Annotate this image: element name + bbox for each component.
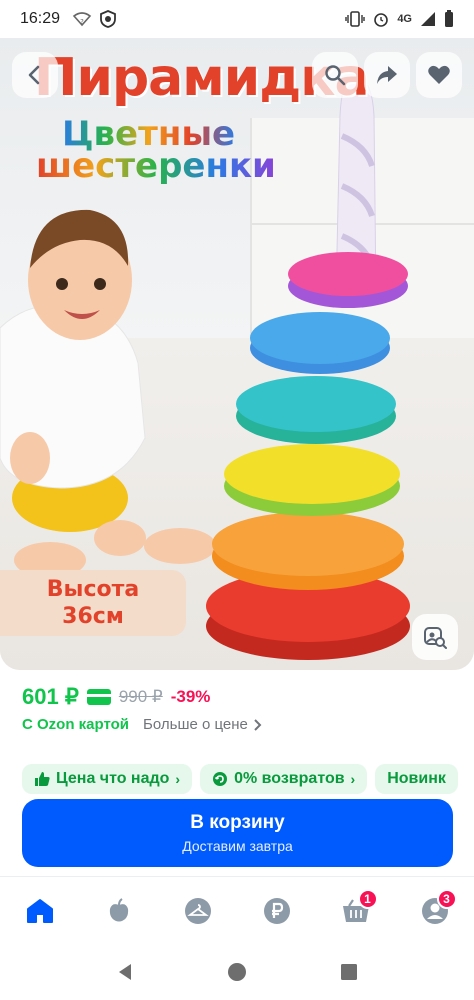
share-icon (377, 66, 397, 84)
favorite-button[interactable] (416, 52, 462, 98)
hero-subtitle-line2: шестеренки (36, 146, 276, 186)
baby-illustration (0, 209, 216, 578)
search-button[interactable] (312, 52, 358, 98)
chevron-right-icon: › (350, 771, 356, 787)
chip-label: 0% возвратов (234, 770, 345, 787)
vibrate-icon (345, 11, 366, 27)
nav-finance[interactable] (257, 891, 297, 931)
battery-icon (445, 10, 453, 27)
height-value: 36см (62, 604, 124, 629)
home-icon (26, 898, 53, 923)
nav-clothes[interactable] (178, 891, 218, 931)
back-arrow-icon (28, 65, 40, 85)
return-icon (213, 772, 228, 786)
chip-zero-returns[interactable]: 0% возвратов › (200, 764, 368, 794)
add-to-cart-button[interactable]: В корзину Доставим завтра (22, 799, 453, 867)
ozon-card-icon (86, 689, 111, 705)
heart-icon (428, 65, 450, 84)
ruble-icon (263, 897, 290, 924)
more-about-price-link[interactable]: Больше о цене (143, 716, 262, 733)
chip-price-fair[interactable]: Цена что надо › (22, 764, 193, 794)
price-discount: -39% (170, 687, 211, 706)
chevron-right-icon (254, 718, 262, 731)
chip-label: Новинк (387, 770, 446, 787)
svg-text:?: ? (80, 18, 84, 26)
shield-app-icon (100, 10, 116, 28)
status-time: 16:29 (20, 10, 61, 27)
wifi-question-icon: ? (72, 12, 92, 27)
visual-search-button[interactable] (412, 614, 458, 660)
ozon-card-label: С Ozon картой (22, 716, 130, 733)
price-old: 990 ₽ (118, 687, 163, 706)
thumbs-up-icon (35, 772, 50, 786)
nav-cart[interactable]: 1 (336, 888, 378, 931)
height-badge: Высота 36см (0, 570, 186, 636)
cart-badge: 1 (357, 888, 378, 909)
profile-badge: 3 (436, 888, 457, 909)
chip-label: Цена что надо (56, 770, 170, 787)
search-icon (325, 65, 346, 86)
alarm-icon (374, 13, 389, 27)
share-button[interactable] (364, 52, 410, 98)
system-navigation-bar (0, 944, 474, 1000)
benefit-chips: Цена что надо › 0% возвратов › Новинк (0, 764, 474, 796)
chevron-right-icon: › (175, 771, 181, 787)
delivery-label: Доставим завтра (182, 838, 293, 854)
status-bar: 16:29 ? 4G (0, 0, 474, 38)
network-type: 4G (397, 13, 412, 25)
visual-search-icon (424, 627, 447, 649)
back-button[interactable] (12, 52, 58, 98)
system-back-icon[interactable] (115, 962, 135, 982)
ozon-card-row: С Ozon картой Больше о цене (22, 716, 262, 733)
price-current: 601 ₽ (22, 684, 79, 709)
fresh-icon (109, 897, 128, 921)
clothes-hanger-icon (184, 897, 211, 924)
signal-icon (421, 12, 435, 26)
nav-profile[interactable]: 3 (415, 888, 457, 931)
more-about-price-label: Больше о цене (143, 716, 248, 733)
nav-fresh[interactable] (99, 891, 139, 931)
add-to-cart-label: В корзину (190, 812, 285, 833)
price-row: 601 ₽ 990 ₽ -39% (22, 684, 210, 710)
nav-home[interactable] (20, 891, 60, 931)
system-home-icon[interactable] (227, 962, 247, 982)
chip-new[interactable]: Новинк (375, 764, 458, 794)
height-label: Высота (46, 577, 140, 602)
bottom-navigation: 1 3 (0, 876, 474, 944)
system-recents-icon[interactable] (339, 962, 359, 982)
product-image[interactable]: Пирамидка Цветные шестеренки Высота 36см (0, 38, 474, 670)
